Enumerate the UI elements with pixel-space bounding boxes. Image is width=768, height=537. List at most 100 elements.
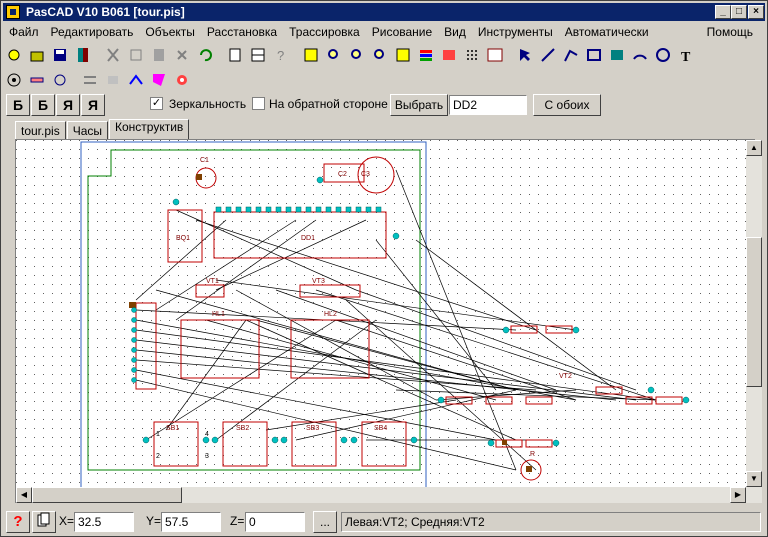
zoom-out-button[interactable] <box>369 44 391 66</box>
door-icon <box>78 48 88 62</box>
open-button[interactable] <box>26 44 48 66</box>
scroll-down-button[interactable]: ▼ <box>746 471 762 487</box>
line-tool-button[interactable] <box>537 44 559 66</box>
y-coordinate-field[interactable]: 57.5 <box>161 512 221 532</box>
text-tool-button[interactable]: T <box>675 44 697 66</box>
layer-button-3[interactable]: Я <box>56 94 80 116</box>
label-c3: C3 <box>361 171 370 178</box>
measure-button[interactable] <box>26 69 48 91</box>
layer-button-1[interactable]: Б <box>6 94 30 116</box>
x-coordinate-field[interactable]: 32.5 <box>74 512 134 532</box>
status-message: Левая:VT2; Средняя:VT2 <box>341 512 761 532</box>
drill-button[interactable] <box>171 69 193 91</box>
menu-placement[interactable]: Расстановка <box>201 25 283 39</box>
label-sb1: SB1 <box>166 425 179 432</box>
drill-icon <box>177 75 187 85</box>
scroll-left-button[interactable]: ◀ <box>16 487 32 503</box>
coords-more-button[interactable]: ... <box>313 511 337 533</box>
select-button[interactable]: Выбрать <box>390 94 448 116</box>
select-tool-button[interactable] <box>514 44 536 66</box>
save-button[interactable] <box>49 44 71 66</box>
arrow-icon <box>520 49 530 61</box>
tab-clock[interactable]: Часы <box>66 121 108 139</box>
question-icon: ? <box>277 48 284 63</box>
polyline-tool-button[interactable] <box>560 44 582 66</box>
pins-button[interactable] <box>438 44 460 66</box>
delta-button[interactable] <box>484 44 506 66</box>
horizontal-scrollbar[interactable]: ◀ ▶ <box>16 487 746 503</box>
new-button[interactable] <box>3 44 25 66</box>
route-button[interactable] <box>79 69 101 91</box>
undo-icon <box>200 49 212 62</box>
toolbar-secondary <box>3 68 194 92</box>
page-button[interactable] <box>224 44 246 66</box>
label-c1: C1 <box>200 157 209 164</box>
help-button[interactable]: ? <box>270 44 292 66</box>
paste-button[interactable] <box>148 44 170 66</box>
toolbar-main: ? T <box>3 43 698 67</box>
minimize-button[interactable]: _ <box>715 5 731 19</box>
label-r: R <box>530 451 535 458</box>
layers-button[interactable] <box>415 44 437 66</box>
copy-coords-button[interactable] <box>32 511 56 533</box>
layout-button[interactable] <box>247 44 269 66</box>
layer-button-2[interactable]: Б <box>31 94 55 116</box>
menu-tools[interactable]: Инструменты <box>472 25 559 39</box>
tab-tour-pis[interactable]: tour.pis <box>15 121 66 139</box>
menu-routing[interactable]: Трассировка <box>283 25 366 39</box>
delete-button[interactable] <box>171 44 193 66</box>
arc-tool-button[interactable] <box>629 44 651 66</box>
grid-button[interactable] <box>461 44 483 66</box>
menu-drawing[interactable]: Рисование <box>366 25 438 39</box>
menu-help[interactable]: Помощь <box>701 25 759 39</box>
tab-construct[interactable]: Конструктив <box>109 119 190 139</box>
copy-button[interactable] <box>125 44 147 66</box>
zoom-in-button[interactable] <box>346 44 368 66</box>
pin-label-sb1-1: 1 <box>156 431 160 438</box>
menu-file[interactable]: Файл <box>3 25 45 39</box>
maximize-button[interactable]: □ <box>731 5 747 19</box>
options-bar: Б Б Я Я ✓ Зеркальность На обратной сторо… <box>3 93 765 117</box>
undo-button[interactable] <box>194 44 216 66</box>
rectangle-icon <box>587 49 601 61</box>
layer-button-4[interactable]: Я <box>81 94 105 116</box>
fill-tool-button[interactable] <box>606 44 628 66</box>
vertical-scroll-thumb[interactable] <box>746 237 762 387</box>
menu-auto[interactable]: Автоматически <box>559 25 655 39</box>
wire-icon <box>129 74 143 85</box>
mirror-checkbox[interactable]: ✓ <box>150 97 163 110</box>
wire-button[interactable] <box>125 69 147 91</box>
zoom-button[interactable] <box>323 44 345 66</box>
status-bar: ? X= 32.5 Y= 57.5 Z= 0 ... Левая:VT2; Ср… <box>3 510 765 534</box>
menu-view[interactable]: Вид <box>438 25 472 39</box>
cut-button[interactable] <box>102 44 124 66</box>
pcb-drawing[interactable]: DD1 BQ1 C1 C3 C2 VT1 VT3 HL1 HL2 SB1 SB2… <box>16 140 755 503</box>
horizontal-scroll-thumb[interactable] <box>32 487 182 503</box>
circle-tool-button[interactable] <box>652 44 674 66</box>
pad-button[interactable] <box>3 69 25 91</box>
scroll-right-button[interactable]: ▶ <box>730 487 746 503</box>
rect-tool-button[interactable] <box>583 44 605 66</box>
vertical-scrollbar[interactable]: ▲ ▼ <box>746 140 762 503</box>
layout-icon <box>251 48 265 62</box>
scroll-up-button[interactable]: ▲ <box>746 140 762 156</box>
pcb-canvas[interactable]: DD1 BQ1 C1 C3 C2 VT1 VT3 HL1 HL2 SB1 SB2… <box>15 139 755 503</box>
close-button[interactable]: × <box>748 5 764 19</box>
backside-checkbox[interactable] <box>252 97 265 110</box>
shape-button[interactable] <box>148 69 170 91</box>
y-label: Y= <box>146 514 162 528</box>
menu-edit[interactable]: Редактировать <box>45 25 140 39</box>
help-question-button[interactable]: ? <box>6 511 30 533</box>
exit-button[interactable] <box>72 44 94 66</box>
z-coordinate-field[interactable]: 0 <box>245 512 305 532</box>
app-icon[interactable] <box>6 5 20 19</box>
label-dd1: DD1 <box>301 235 315 242</box>
rotate-button[interactable] <box>49 69 71 91</box>
component-field[interactable]: DD2 <box>449 95 527 115</box>
zoom-window-icon <box>396 48 410 62</box>
menu-objects[interactable]: Объекты <box>139 25 201 39</box>
zoom-fit-button[interactable] <box>300 44 322 66</box>
via-button[interactable] <box>102 69 124 91</box>
zoom-window-button[interactable] <box>392 44 414 66</box>
both-sides-button[interactable]: С обоих <box>533 94 601 116</box>
